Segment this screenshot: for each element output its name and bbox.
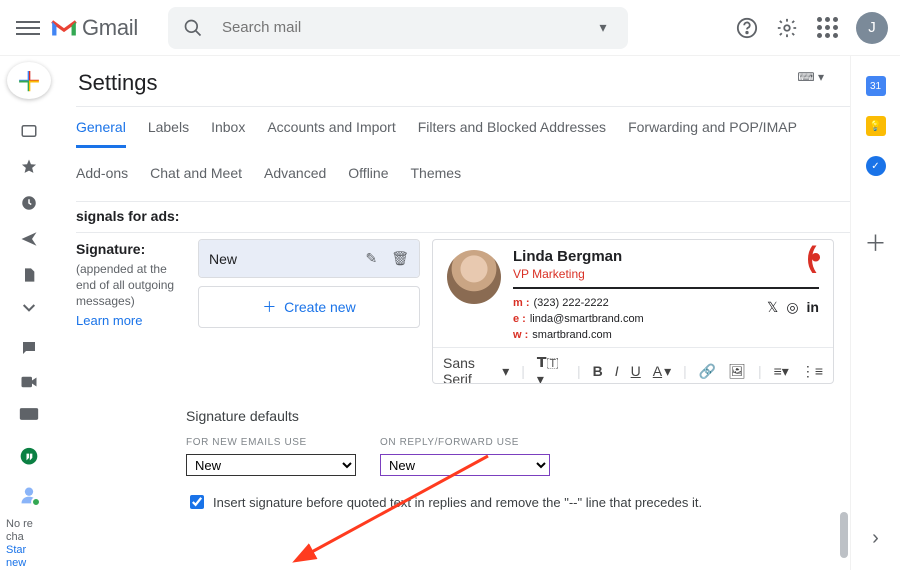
sent-icon[interactable] <box>19 230 39 248</box>
editor-toolbar: Sans Serif ▾ | 𝗧🇹 ▾ | B I U A▾ | 🔗 🖼 | ≡… <box>433 347 833 384</box>
gmail-icon <box>50 17 78 39</box>
instagram-icon: ◎ <box>786 299 798 343</box>
learn-more-link[interactable]: Learn more <box>76 313 142 328</box>
tab-general[interactable]: General <box>76 113 126 148</box>
tab-addons[interactable]: Add-ons <box>76 159 128 191</box>
tab-chat[interactable]: Chat and Meet <box>150 159 242 191</box>
menu-icon[interactable] <box>16 16 40 40</box>
tab-inbox[interactable]: Inbox <box>211 113 245 148</box>
inbox-icon[interactable] <box>19 122 39 140</box>
create-new-label: Create new <box>284 299 356 315</box>
scrollbar-thumb[interactable] <box>840 512 848 558</box>
profile-icon[interactable] <box>19 485 39 505</box>
phone-key: m : <box>513 297 530 309</box>
linkedin-icon: in <box>807 299 819 343</box>
tasks-icon[interactable]: ✓ <box>866 156 886 176</box>
new-emails-select[interactable]: New <box>186 454 356 476</box>
snoozed-icon[interactable] <box>19 194 39 212</box>
underline-icon[interactable]: U <box>631 363 641 379</box>
tab-advanced[interactable]: Advanced <box>264 159 326 191</box>
signature-list: New ✎ 🗑 <box>198 239 420 278</box>
tab-offline[interactable]: Offline <box>348 159 388 191</box>
signature-label: Signature: <box>76 239 186 259</box>
left-sidebar: ＋ No re cha Star new <box>0 56 58 570</box>
brand-logo: (• <box>807 248 816 281</box>
defaults-heading: Signature defaults <box>186 408 850 424</box>
app-header: Gmail ▾ J <box>0 0 900 56</box>
compose-button[interactable]: ＋ <box>7 62 51 99</box>
avatar-photo <box>447 250 501 304</box>
font-picker[interactable]: Sans Serif ▾ <box>443 355 509 384</box>
chat-icon[interactable] <box>19 339 39 357</box>
addons-plus-icon[interactable]: ＋ <box>864 226 886 258</box>
collapse-sidepanel-icon[interactable]: › <box>872 527 879 550</box>
card-name: Linda Bergman <box>513 248 622 265</box>
signature-item-name: New <box>209 251 237 267</box>
expand-icon[interactable] <box>19 302 39 312</box>
input-tools-icon[interactable]: ⌨ ▾ <box>797 70 824 84</box>
new-emails-label: FOR NEW EMAILS USE <box>186 437 307 448</box>
help-icon[interactable] <box>736 17 758 39</box>
signature-editor[interactable]: Linda Bergman VP Marketing (• m : (323) 2… <box>432 239 834 384</box>
align-icon[interactable]: ≡▾ <box>774 363 789 380</box>
keyboard-icon[interactable] <box>19 407 39 421</box>
gmail-logo[interactable]: Gmail <box>50 15 138 41</box>
edit-icon[interactable]: ✎ <box>365 250 377 267</box>
font-size-icon[interactable]: 𝗧🇹 ▾ <box>537 354 565 384</box>
reply-forward-select[interactable]: New <box>380 454 550 476</box>
settings-tabs-primary: General Labels Inbox Accounts and Import… <box>76 113 850 149</box>
account-avatar[interactable]: J <box>856 12 888 44</box>
start-link[interactable]: Star <box>6 544 52 557</box>
delete-icon[interactable]: 🗑 <box>391 250 409 267</box>
search-bar[interactable]: ▾ <box>168 7 628 49</box>
card-title: VP Marketing <box>513 267 622 281</box>
insert-before-quoted-label: Insert signature before quoted text in r… <box>213 495 702 510</box>
right-sidebar: 31 💡 ✓ ＋ › <box>850 56 900 570</box>
truncated-text: No re cha <box>6 518 52 544</box>
web-key: w : <box>513 329 528 341</box>
drafts-icon[interactable] <box>19 266 39 284</box>
image-icon[interactable]: 🖼 <box>728 363 746 380</box>
tab-accounts[interactable]: Accounts and Import <box>267 113 395 148</box>
tab-themes[interactable]: Themes <box>411 159 462 191</box>
tab-labels[interactable]: Labels <box>148 113 189 148</box>
signature-desc: (appended at the end of all outgoing mes… <box>76 261 186 309</box>
twitter-icon: 𝕏 <box>767 299 778 343</box>
email-key: e : <box>513 313 526 325</box>
signature-item[interactable]: New ✎ 🗑 <box>199 240 419 277</box>
email-value: linda@smartbrand.com <box>530 313 644 325</box>
insert-before-quoted-checkbox[interactable] <box>190 495 204 509</box>
main-content: Settings ⌨ ▾ General Labels Inbox Accoun… <box>58 56 850 570</box>
hangouts-icon[interactable] <box>19 447 39 467</box>
settings-tabs-secondary: Add-ons Chat and Meet Advanced Offline T… <box>76 149 850 202</box>
calendar-icon[interactable]: 31 <box>866 76 886 96</box>
video-icon[interactable] <box>19 375 39 389</box>
new-link[interactable]: new <box>6 557 52 570</box>
page-title: Settings <box>78 70 850 96</box>
list-icon[interactable]: ⋮≡ <box>801 363 823 380</box>
text-color-icon[interactable]: A▾ <box>653 363 671 380</box>
bold-icon[interactable]: B <box>593 363 603 379</box>
app-name: Gmail <box>82 15 138 41</box>
search-dropdown-icon[interactable]: ▾ <box>592 17 614 39</box>
apps-icon[interactable] <box>816 17 838 39</box>
tab-forwarding[interactable]: Forwarding and POP/IMAP <box>628 113 797 148</box>
reply-forward-label: ON REPLY/FORWARD USE <box>380 437 519 448</box>
phone-value: (323) 222-2222 <box>534 297 609 309</box>
italic-icon[interactable]: I <box>615 363 619 379</box>
keep-icon[interactable]: 💡 <box>866 116 886 136</box>
create-new-button[interactable]: ＋ Create new <box>198 286 420 328</box>
link-icon[interactable]: 🔗 <box>699 363 716 380</box>
tab-filters[interactable]: Filters and Blocked Addresses <box>418 113 606 148</box>
search-icon <box>182 17 204 39</box>
web-value: smartbrand.com <box>532 329 611 341</box>
prev-section-tail: signals for ads: <box>76 206 850 226</box>
settings-gear-icon[interactable] <box>776 17 798 39</box>
search-input[interactable] <box>220 18 576 37</box>
starred-icon[interactable] <box>19 158 39 176</box>
